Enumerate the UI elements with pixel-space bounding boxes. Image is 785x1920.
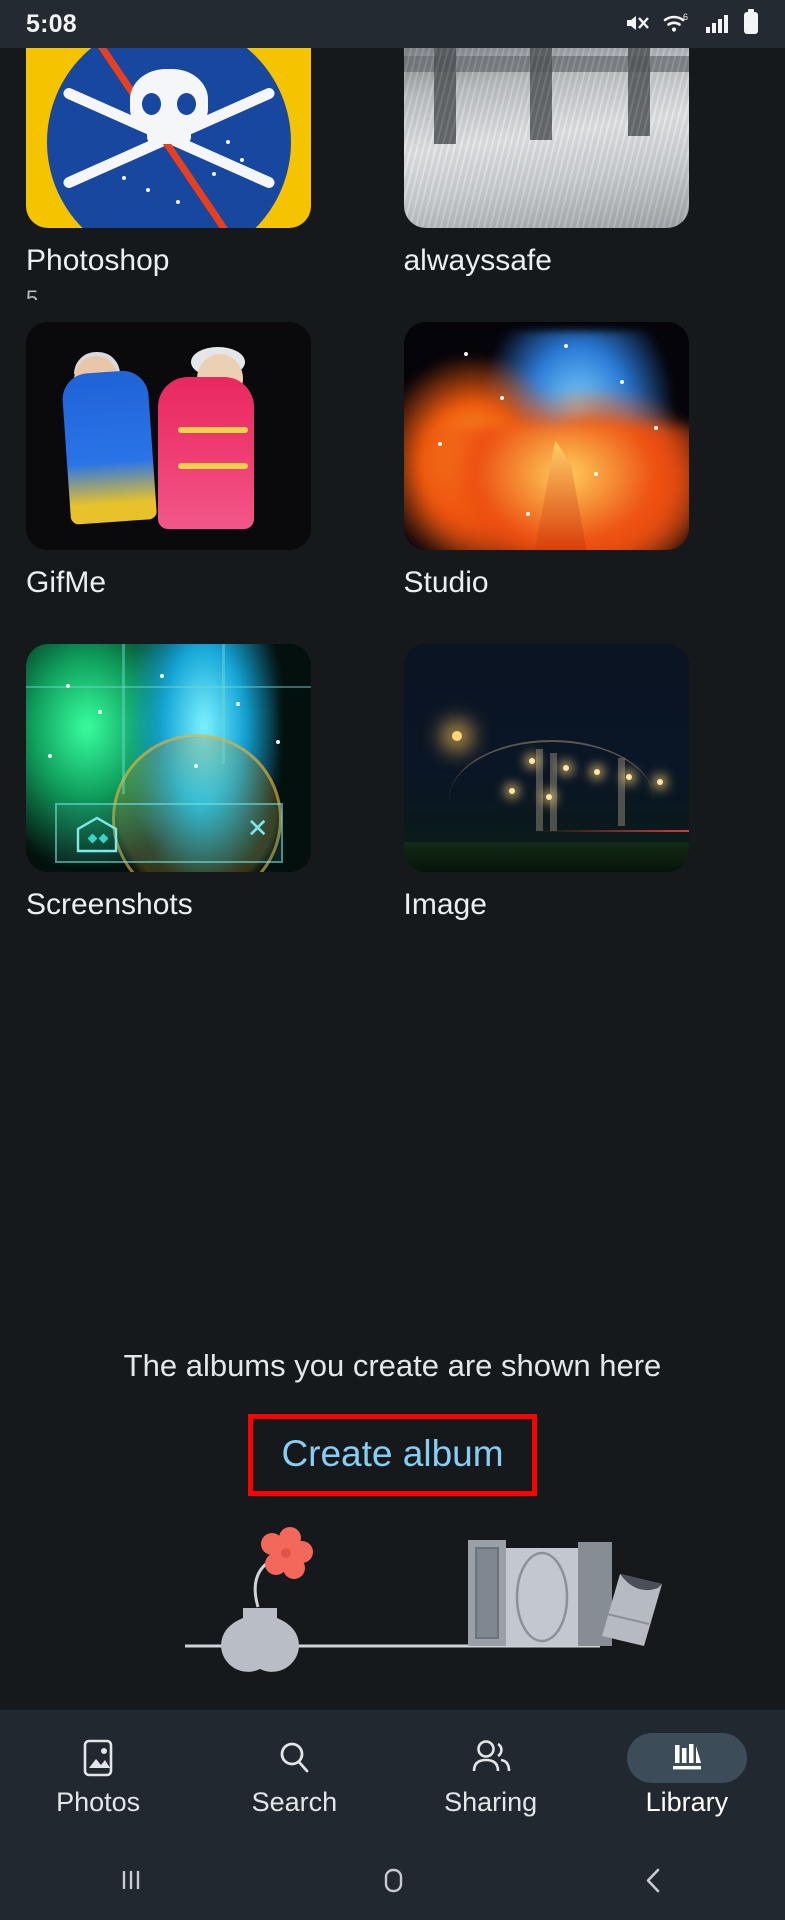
close-icon[interactable]: ✕: [247, 815, 269, 841]
nav-label: Search: [251, 1786, 338, 1817]
album-card[interactable]: Image: [403, 644, 760, 944]
night-bridge-lights-artwork: [403, 644, 689, 872]
nav-item-photos[interactable]: Photos: [0, 1733, 196, 1818]
album-card[interactable]: GifMe: [26, 322, 382, 622]
album-subtitle: [404, 286, 760, 300]
albums-scroll-area[interactable]: Photoshop 5 alwayssafe GifMe Studio ✕ Sc…: [0, 48, 785, 1368]
nav-item-sharing[interactable]: Sharing: [393, 1733, 589, 1818]
album-subtitle: [26, 930, 382, 944]
album-thumbnail[interactable]: ✕: [26, 644, 311, 872]
cellular-signal-icon: [704, 11, 730, 40]
grey-concrete-underpass-artwork: [403, 48, 689, 228]
album-title: Image: [403, 888, 487, 921]
photo-icon: [38, 1733, 158, 1783]
album-title: GifMe: [26, 566, 107, 599]
album-card[interactable]: alwayssafe: [403, 48, 760, 300]
pirate-skull-flag-artwork: [26, 48, 311, 228]
album-grid-row-2: GifMe Studio: [0, 322, 785, 622]
album-thumbnail[interactable]: [403, 322, 689, 550]
album-thumbnail[interactable]: [26, 322, 311, 550]
wifi-6-icon: 6: [663, 11, 691, 40]
neon-green-game-screen-artwork: ✕: [26, 644, 311, 872]
status-time: 5:08: [26, 9, 77, 38]
back-button[interactable]: [523, 1863, 785, 1897]
album-subtitle: 5: [26, 286, 39, 300]
battery-icon: [743, 8, 759, 40]
people-icon: [431, 1733, 551, 1783]
create-album-button[interactable]: Create album: [281, 1433, 503, 1475]
empty-state-illustration: [0, 1500, 785, 1680]
album-thumbnail[interactable]: [26, 48, 311, 228]
album-title: Screenshots: [26, 888, 193, 921]
album-subtitle: [404, 608, 760, 622]
bottom-navigation-bar: Photos Search Sharing Library: [0, 1710, 785, 1840]
album-title: Studio: [403, 566, 489, 599]
orange-blue-nebula-artwork: [403, 322, 689, 550]
search-icon: [234, 1733, 354, 1783]
empty-state-message: The albums you create are shown here: [123, 1348, 662, 1383]
album-card[interactable]: Photoshop 5: [26, 48, 382, 300]
album-thumbnail[interactable]: [403, 48, 689, 228]
album-title: Photoshop: [26, 244, 170, 277]
two-performers-stage-artwork: [26, 322, 311, 550]
create-album-row: Create album: [0, 1414, 785, 1496]
library-icon: [626, 1732, 747, 1783]
nav-label: Photos: [56, 1786, 141, 1817]
home-button[interactable]: [262, 1863, 524, 1897]
album-title: alwayssafe: [403, 244, 552, 277]
status-icon-group: 6: [624, 8, 759, 40]
album-grid-row-3: ✕ Screenshots Image: [0, 644, 785, 944]
album-grid-row-1: Photoshop 5 alwayssafe: [0, 48, 785, 300]
album-subtitle: [404, 930, 760, 944]
nav-label: Library: [645, 1786, 729, 1817]
recents-button[interactable]: [0, 1863, 262, 1897]
album-card[interactable]: ✕ Screenshots: [26, 644, 382, 944]
phone-screen: 5:08 6 Photoshop 5 alwayssafe GifMe Stud…: [0, 0, 785, 1920]
mute-icon: [624, 11, 650, 40]
create-album-highlight: Create album: [248, 1414, 537, 1496]
album-subtitle: [26, 608, 382, 622]
game-hud-overlay: ✕: [54, 802, 283, 863]
system-navigation-bar: [0, 1840, 785, 1920]
svg-text:6: 6: [683, 12, 688, 22]
nav-label: Sharing: [444, 1786, 538, 1817]
nav-item-search[interactable]: Search: [196, 1733, 392, 1818]
nav-item-library[interactable]: Library: [589, 1732, 785, 1818]
album-thumbnail[interactable]: [403, 644, 689, 872]
album-card[interactable]: Studio: [403, 322, 760, 622]
status-bar: 5:08 6: [0, 0, 785, 48]
empty-state-section: The albums you create are shown here Cre…: [0, 1348, 785, 1496]
